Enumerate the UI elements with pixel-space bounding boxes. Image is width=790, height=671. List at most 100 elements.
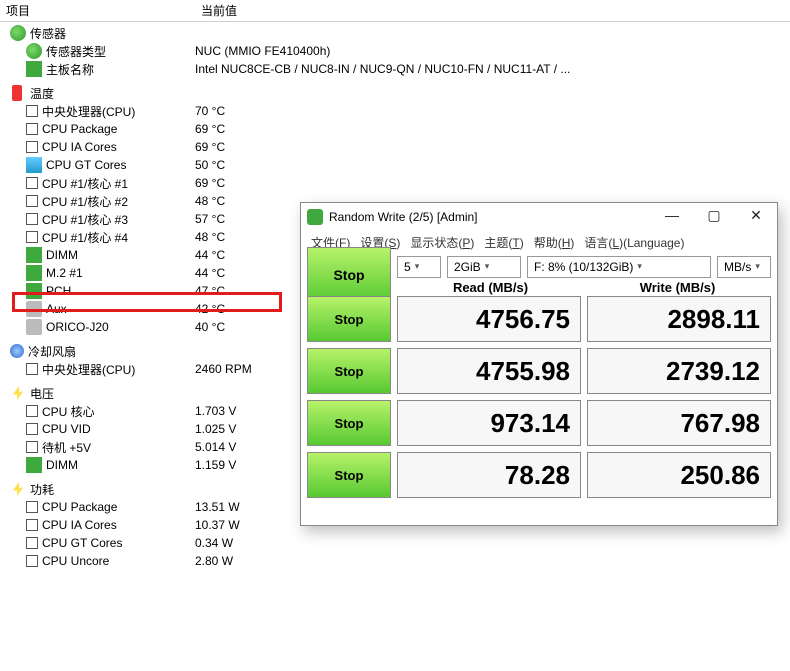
row-icon: [26, 537, 38, 549]
row-icon: [26, 457, 42, 473]
row-label: CPU #1/核心 #3: [42, 211, 128, 228]
row-value: 0.34 W: [195, 536, 233, 550]
row-label: CPU 核心: [42, 403, 95, 420]
row-icon: [26, 141, 38, 153]
category-temperature[interactable]: 温度: [0, 84, 790, 102]
write-value: 250.86: [587, 452, 771, 498]
row-value: 50 °C: [195, 158, 225, 172]
titlebar[interactable]: Random Write (2/5) [Admin] — ▢ ✕: [301, 203, 777, 231]
chevron-down-icon: ▾: [485, 261, 490, 272]
row-label: 主板名称: [46, 61, 94, 78]
stop-button[interactable]: Stop: [307, 348, 391, 394]
row-value: 47 °C: [195, 284, 225, 298]
row-icon: [26, 441, 38, 453]
row-label: CPU Package: [42, 500, 117, 514]
menu-profile[interactable]: 显示状态(P): [406, 233, 478, 252]
row-icon: [26, 283, 42, 299]
row-icon: [26, 555, 38, 567]
chevron-down-icon: ▾: [755, 261, 760, 272]
row-value: 1.703 V: [195, 404, 236, 418]
category-label: 冷却风扇: [28, 343, 76, 360]
stop-all-button[interactable]: Stop: [307, 247, 391, 303]
write-value: 767.98: [587, 400, 771, 446]
row-value: 5.014 V: [195, 440, 236, 454]
row-icon: [26, 231, 38, 243]
unit-select[interactable]: MB/s ▾: [717, 256, 771, 278]
size-select[interactable]: 2GiB ▾: [447, 256, 521, 278]
column-value-header[interactable]: 当前值: [195, 2, 790, 19]
window-title: Random Write (2/5) [Admin]: [329, 210, 651, 224]
row-label: Aux: [46, 302, 67, 316]
sensor-row[interactable]: CPU Uncore2.80 W: [0, 552, 790, 570]
row-value: 57 °C: [195, 212, 225, 226]
sensor-row[interactable]: 中央处理器(CPU)70 °C: [0, 102, 790, 120]
sensor-row[interactable]: CPU Package 69 °C: [0, 120, 790, 138]
menu-theme[interactable]: 主题(T): [480, 233, 527, 252]
maximize-button[interactable]: ▢: [693, 203, 735, 231]
thermometer-icon: [12, 85, 22, 101]
row-icon: [26, 519, 38, 531]
row-label: CPU GT Cores: [42, 536, 122, 550]
select-value: 2GiB: [454, 260, 481, 274]
read-value: 78.28: [397, 452, 581, 498]
row-icon: [26, 265, 42, 281]
column-item-header[interactable]: 项目: [0, 2, 195, 19]
row-value: 1.025 V: [195, 422, 236, 436]
row-label: 待机 +5V: [42, 439, 91, 456]
row-label: PCH: [46, 284, 71, 298]
result-row: Stop4756.752898.11: [307, 296, 771, 342]
fan-icon: [10, 344, 24, 358]
board-icon: [26, 61, 42, 77]
row-icon: [26, 319, 42, 335]
result-row: Stop78.28250.86: [307, 452, 771, 498]
row-value: 69 °C: [195, 176, 225, 190]
row-value: NUC (MMIO FE410400h): [195, 44, 330, 58]
row-value: 69 °C: [195, 122, 225, 136]
sensor-row[interactable]: CPU GT Cores50 °C: [0, 156, 790, 174]
row-value: Intel NUC8CE-CB / NUC8-IN / NUC9-QN / NU…: [195, 62, 570, 76]
minimize-button[interactable]: —: [651, 203, 693, 231]
category-sensor[interactable]: 传感器: [0, 24, 790, 42]
row-label: CPU Uncore: [42, 554, 109, 568]
drive-select[interactable]: F: 8% (10/132GiB) ▾: [527, 256, 711, 278]
select-value: F: 8% (10/132GiB): [534, 260, 633, 274]
benchmark-window: Random Write (2/5) [Admin] — ▢ ✕ 文件(F) 设…: [300, 202, 778, 526]
row-label: 传感器类型: [46, 43, 106, 60]
result-row: Stop4755.982739.12: [307, 348, 771, 394]
row-label: CPU Package: [42, 122, 117, 136]
bolt-icon: [13, 482, 23, 496]
row-label: CPU #1/核心 #2: [42, 193, 128, 210]
row-icon: [26, 423, 38, 435]
read-value: 4756.75: [397, 296, 581, 342]
row-value: 44 °C: [195, 248, 225, 262]
stop-button[interactable]: Stop: [307, 400, 391, 446]
menu-help[interactable]: 帮助(H): [530, 233, 579, 252]
close-button[interactable]: ✕: [735, 203, 777, 231]
row-icon: [26, 501, 38, 513]
sensor-icon: [26, 43, 42, 59]
sensor-row[interactable]: CPU GT Cores 0.34 W: [0, 534, 790, 552]
row-value: 42 °C: [195, 302, 225, 316]
row-label: DIMM: [46, 458, 78, 472]
loops-select[interactable]: 5▾: [397, 256, 441, 278]
row-label: CPU VID: [42, 422, 91, 436]
row-icon: [26, 247, 42, 263]
sensor-row[interactable]: CPU IA Cores69 °C: [0, 138, 790, 156]
stop-button[interactable]: Stop: [307, 296, 391, 342]
chevron-down-icon: ▾: [637, 261, 642, 272]
row-label: 中央处理器(CPU): [42, 361, 135, 378]
chevron-down-icon: ▾: [415, 261, 420, 272]
menu-language[interactable]: 语言(L)(Language): [580, 233, 688, 252]
read-value: 4755.98: [397, 348, 581, 394]
select-value: MB/s: [724, 260, 751, 274]
row-sensor-type[interactable]: 传感器类型 NUC (MMIO FE410400h): [0, 42, 790, 60]
row-value: 10.37 W: [195, 518, 240, 532]
stop-button[interactable]: Stop: [307, 452, 391, 498]
write-value: 2739.12: [587, 348, 771, 394]
row-label: 中央处理器(CPU): [42, 103, 135, 120]
sensor-row[interactable]: CPU #1/核心 #169 °C: [0, 174, 790, 192]
bolt-icon: [13, 386, 23, 400]
row-label: ORICO-J20: [46, 320, 109, 334]
row-board[interactable]: 主板名称 Intel NUC8CE-CB / NUC8-IN / NUC9-QN…: [0, 60, 790, 78]
result-row: Stop973.14767.98: [307, 400, 771, 446]
